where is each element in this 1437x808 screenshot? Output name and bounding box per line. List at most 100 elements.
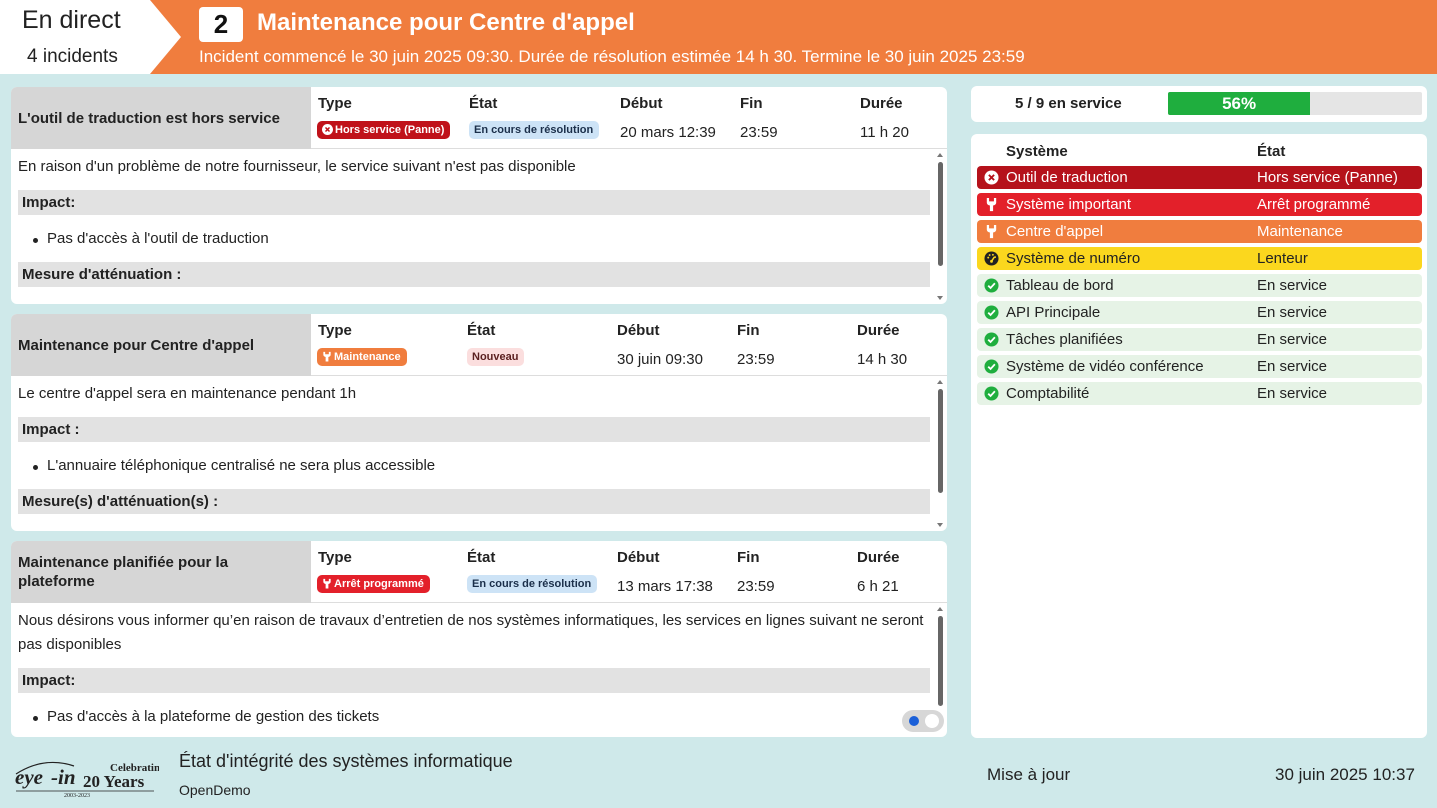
toggle-knob xyxy=(925,714,939,728)
service-progress-bar: 56% xyxy=(1168,92,1422,115)
system-state: Arrêt programmé xyxy=(1257,196,1371,213)
system-name: Outil de traduction xyxy=(1006,169,1128,186)
scrollbar[interactable] xyxy=(936,150,945,304)
scroll-thumb[interactable] xyxy=(938,162,943,266)
system-row: Tâches planifiées En service xyxy=(977,328,1422,351)
scroll-down-arrow[interactable] xyxy=(937,296,943,300)
state-label: État xyxy=(469,95,498,112)
state-badge: Nouveau xyxy=(467,348,525,366)
svg-text:eye: eye xyxy=(15,765,43,789)
system-row: API Principale En service xyxy=(977,301,1422,324)
incident-body[interactable]: Le centre d'appel sera en maintenance pe… xyxy=(11,377,947,531)
scrollbar[interactable] xyxy=(936,377,945,531)
end-value: 23:59 xyxy=(737,351,775,368)
system-state: Maintenance xyxy=(1257,223,1343,240)
current-incident-title: Maintenance pour Centre d'appel xyxy=(257,9,635,36)
system-state: En service xyxy=(1257,331,1328,348)
start-label: Début xyxy=(617,322,660,339)
company-logo: eye -in Celebrating 20 Years 2003-2023 xyxy=(14,754,166,799)
duration-label: Durée xyxy=(857,549,900,566)
state-column-header: État xyxy=(1257,143,1286,160)
live-title: En direct xyxy=(22,6,121,34)
scroll-up-arrow[interactable] xyxy=(937,380,943,384)
svg-text:-in: -in xyxy=(51,765,76,789)
duration-label: Durée xyxy=(860,95,903,112)
impact-item: Pas d'accès à la plateforme de gestion d… xyxy=(32,708,380,725)
incident-header: L'outil de traduction est hors service T… xyxy=(11,87,947,149)
system-row: Outil de traduction Hors service (Panne) xyxy=(977,166,1422,189)
incident-description: Le centre d'appel sera en maintenance pe… xyxy=(18,385,357,402)
system-state: En service xyxy=(1257,385,1328,402)
end-value: 23:59 xyxy=(740,124,778,141)
impact-item: Pas d'accès à l'outil de traduction xyxy=(33,230,269,247)
auto-scroll-toggle[interactable] xyxy=(902,710,944,732)
scroll-thumb[interactable] xyxy=(938,389,943,493)
duration-value: 6 h 21 xyxy=(857,578,899,595)
incident-name: Maintenance pour Centre d'appel xyxy=(11,314,311,376)
system-state: Lenteur xyxy=(1257,250,1308,267)
scroll-up-arrow[interactable] xyxy=(937,153,943,157)
scroll-down-arrow[interactable] xyxy=(937,523,943,527)
system-name: API Principale xyxy=(1006,304,1101,321)
system-name: Centre d'appel xyxy=(1006,223,1104,240)
end-label: Fin xyxy=(737,549,760,566)
incident-body[interactable]: Nous désirons vous informer qu’en raison… xyxy=(11,604,947,737)
systems-panel: Système État Outil de traduction Hors ser… xyxy=(971,134,1427,738)
incident-body[interactable]: En raison d'un problème de notre fournis… xyxy=(11,150,947,304)
mitigation-heading: Mesure d'atténuation : xyxy=(18,262,930,287)
type-label: Type xyxy=(318,322,352,339)
system-name: Tâches planifiées xyxy=(1006,331,1123,348)
svg-text:20 Years: 20 Years xyxy=(83,772,145,791)
system-state: Hors service (Panne) xyxy=(1257,169,1398,186)
service-summary: 5 / 9 en service 56% xyxy=(971,86,1427,122)
incident-card: L'outil de traduction est hors service T… xyxy=(11,87,947,304)
system-row: Comptabilité En service xyxy=(977,382,1422,405)
start-value: 20 mars 12:39 xyxy=(620,124,716,141)
system-name: Système de vidéo conférence xyxy=(1006,358,1204,375)
end-value: 23:59 xyxy=(737,578,775,595)
incident-card: Maintenance planifiée pour la plateforme… xyxy=(11,541,947,737)
system-state: En service xyxy=(1257,358,1328,375)
update-label: Mise à jour xyxy=(987,765,1071,784)
wrench-icon xyxy=(323,351,331,362)
impact-item: L'annuaire téléphonique centralisé ne se… xyxy=(32,457,436,474)
impact-heading: Impact: xyxy=(18,668,930,693)
system-row: Système de vidéo conférence En service xyxy=(977,355,1422,378)
system-state: En service xyxy=(1257,277,1328,294)
impact-heading: Impact : xyxy=(18,417,930,442)
duration-label: Durée xyxy=(857,322,900,339)
scroll-up-arrow[interactable] xyxy=(937,607,943,611)
start-value: 13 mars 17:38 xyxy=(617,578,713,595)
system-row: Tableau de bord En service xyxy=(977,274,1422,297)
duration-value: 11 h 20 xyxy=(860,124,909,141)
impact-heading: Impact: xyxy=(18,190,930,215)
mitigation-heading: Mesure(s) d'atténuation(s) : xyxy=(18,489,930,514)
svg-text:2003-2023: 2003-2023 xyxy=(64,793,90,798)
incident-card: Maintenance pour Centre d'appel Type Éta… xyxy=(11,314,947,531)
incident-header: Maintenance pour Centre d'appel Type Éta… xyxy=(11,314,947,376)
incident-name: Maintenance planifiée pour la plateforme xyxy=(11,541,311,603)
update-timestamp: 30 juin 2025 10:37 xyxy=(1275,765,1415,784)
check-circle-icon xyxy=(984,278,999,293)
start-value: 30 juin 09:30 xyxy=(617,351,703,368)
check-circle-icon xyxy=(984,386,999,401)
live-indicator: En direct 4 incidents xyxy=(0,0,181,74)
end-label: Fin xyxy=(740,95,763,112)
toggle-indicator xyxy=(909,716,919,726)
system-row: Centre d'appel Maintenance xyxy=(977,220,1422,243)
wrench-icon xyxy=(984,224,999,239)
check-circle-icon xyxy=(984,305,999,320)
type-badge: Maintenance xyxy=(317,348,407,366)
scroll-thumb[interactable] xyxy=(938,616,943,706)
current-incident-number: 2 xyxy=(199,7,243,42)
service-count: 5 / 9 en service xyxy=(1015,95,1122,112)
wrench-icon xyxy=(323,578,331,589)
tenant-name: OpenDemo xyxy=(179,782,251,798)
system-name: Tableau de bord xyxy=(1006,277,1114,294)
current-incident-summary: Incident commencé le 30 juin 2025 09:30.… xyxy=(199,47,1025,66)
dashboard-title: État d'intégrité des systèmes informatiq… xyxy=(179,751,513,771)
state-badge: En cours de résolution xyxy=(467,575,598,593)
type-label: Type xyxy=(318,549,352,566)
type-badge-label: Hors service (Panne) xyxy=(335,124,445,136)
duration-value: 14 h 30 xyxy=(857,351,908,368)
